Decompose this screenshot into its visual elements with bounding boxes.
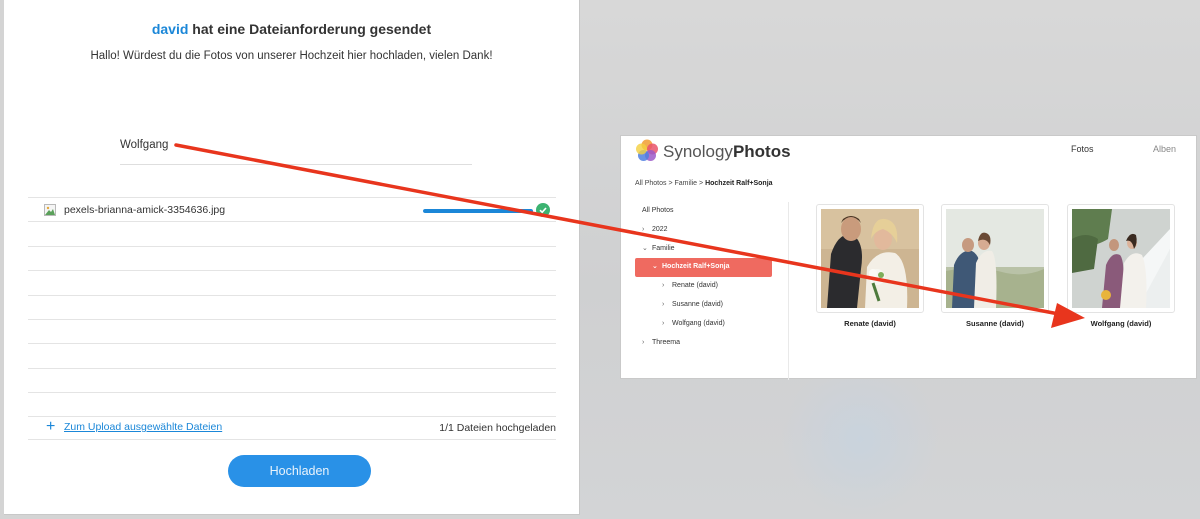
- breadcrumb-all-photos[interactable]: All Photos: [635, 180, 667, 187]
- brand-name-light: Synology: [663, 142, 733, 161]
- album-thumbnail-renate[interactable]: [816, 204, 924, 313]
- album-thumbnail-susanne[interactable]: [941, 204, 1049, 313]
- chevron-right-icon[interactable]: ›: [642, 221, 652, 240]
- upload-count: 1/1 Dateien hochgeladen: [439, 422, 556, 434]
- wedding-photo-thumbnail: [946, 209, 1044, 308]
- brand-name-bold: Photos: [732, 142, 791, 161]
- app-brand: SynologyPhotos: [663, 142, 791, 162]
- sidebar-divider: [788, 202, 789, 380]
- empty-file-row: [28, 392, 556, 417]
- album-label[interactable]: Susanne (david): [941, 319, 1049, 328]
- request-title-text: hat eine Dateianforderung gesendet: [188, 21, 432, 37]
- tree-label: All Photos: [642, 207, 674, 214]
- image-file-icon: [44, 204, 56, 216]
- empty-file-row: [28, 318, 556, 343]
- tree-label: Susanne (david): [672, 300, 723, 308]
- tree-item-familie[interactable]: ⌄ Familie: [635, 240, 775, 259]
- file-list: pexels-brianna-amick-3354636.jpg: [28, 197, 556, 417]
- tree-item-renate[interactable]: › Renate (david): [635, 277, 775, 296]
- upload-footer: + Zum Upload ausgewählte Dateien 1/1 Dat…: [28, 416, 556, 440]
- empty-file-row: [28, 221, 556, 245]
- add-files-link[interactable]: Zum Upload ausgewählte Dateien: [64, 421, 222, 433]
- breadcrumb-separator: >: [697, 180, 706, 187]
- file-row[interactable]: pexels-brianna-amick-3354636.jpg: [28, 197, 556, 221]
- tree-label: Threema: [652, 338, 681, 346]
- empty-file-row: [28, 367, 556, 392]
- tree-label: 2022: [652, 225, 668, 233]
- name-field-underline: [120, 164, 472, 165]
- nav-tab-fotos[interactable]: Fotos: [1071, 144, 1094, 154]
- chevron-right-icon[interactable]: ›: [662, 296, 672, 315]
- tree-item-susanne[interactable]: › Susanne (david): [635, 296, 775, 315]
- chevron-down-icon[interactable]: ⌄: [642, 240, 652, 259]
- tree-item-wolfgang[interactable]: › Wolfgang (david): [635, 315, 775, 334]
- upload-progress-fill: [423, 209, 533, 213]
- request-sender: david: [151, 21, 189, 37]
- plus-icon[interactable]: +: [46, 418, 55, 436]
- synology-photos-window: SynologyPhotos Fotos Alben All Photos > …: [620, 135, 1197, 380]
- request-message: Hallo! Würdest du die Fotos von unserer …: [90, 50, 493, 62]
- breadcrumb-separator: >: [666, 180, 675, 187]
- upload-progress-bar: [423, 209, 533, 213]
- desktop-background-detail: [780, 360, 940, 519]
- empty-file-row: [28, 270, 556, 294]
- album-label[interactable]: Wolfgang (david): [1067, 319, 1175, 328]
- tree-label: Hochzeit Ralf+Sonja: [662, 263, 730, 271]
- check-circle-icon: [536, 203, 550, 217]
- request-title: david hat eine Dateianforderung gesendet: [4, 21, 579, 37]
- tree-item-all-photos[interactable]: All Photos: [635, 202, 775, 221]
- chevron-down-icon[interactable]: ⌄: [652, 258, 662, 277]
- nav-tab-alben[interactable]: Alben: [1153, 144, 1176, 154]
- synology-photos-logo-icon: [635, 138, 659, 169]
- album-label[interactable]: Renate (david): [816, 319, 924, 328]
- tree-item-hochzeit[interactable]: ⌄ Hochzeit Ralf+Sonja: [635, 258, 772, 278]
- tree-item-2022[interactable]: › 2022: [635, 221, 775, 240]
- uploader-name-field[interactable]: Wolfgang: [120, 139, 168, 151]
- wedding-photo-thumbnail: [1072, 209, 1170, 308]
- file-request-page: david hat eine Dateianforderung gesendet…: [4, 0, 580, 515]
- chevron-right-icon[interactable]: ›: [642, 334, 652, 353]
- upload-button[interactable]: Hochladen: [228, 455, 371, 487]
- breadcrumb-familie[interactable]: Familie: [675, 180, 698, 187]
- chevron-right-icon[interactable]: ›: [662, 315, 672, 334]
- empty-file-row: [28, 343, 556, 367]
- empty-file-row: [28, 245, 556, 270]
- wedding-photo-thumbnail: [821, 209, 919, 308]
- tree-label: Renate (david): [672, 282, 718, 290]
- breadcrumb-current: Hochzeit Ralf+Sonja: [705, 180, 773, 187]
- album-thumbnail-wolfgang[interactable]: [1067, 204, 1175, 313]
- tree-label: Familie: [652, 244, 675, 252]
- breadcrumb: All Photos > Familie > Hochzeit Ralf+Son…: [635, 180, 773, 187]
- file-name: pexels-brianna-amick-3354636.jpg: [64, 204, 226, 216]
- chevron-right-icon[interactable]: ›: [662, 277, 672, 296]
- album-tree: All Photos › 2022 ⌄ Familie ⌄ Hochzeit Ralf…: [635, 202, 775, 352]
- tree-item-threema[interactable]: › Threema: [635, 334, 775, 353]
- tree-label: Wolfgang (david): [672, 319, 725, 327]
- empty-file-row: [28, 294, 556, 319]
